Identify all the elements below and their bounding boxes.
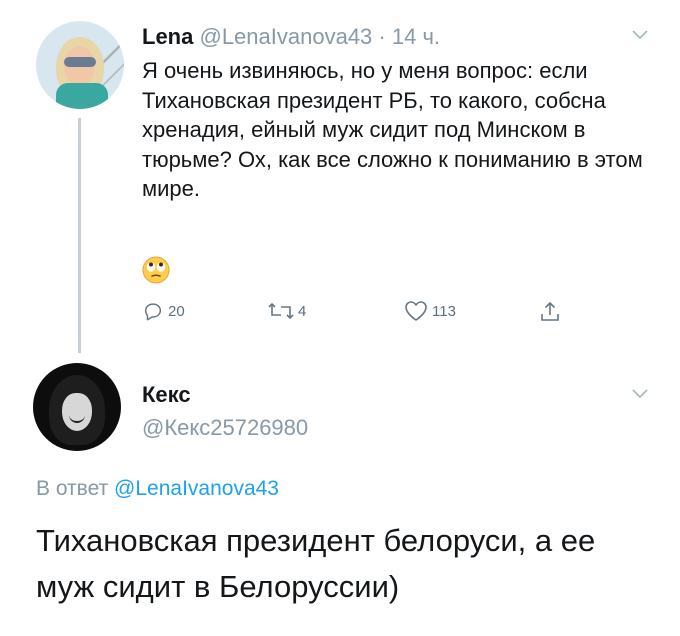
author-handle[interactable]: @Кекс25726980 — [142, 414, 308, 442]
retweet-count: 4 — [298, 302, 307, 320]
chevron-down-icon[interactable] — [632, 27, 648, 40]
chevron-down-icon[interactable] — [632, 386, 648, 399]
reply-count: 20 — [168, 302, 185, 320]
thread-line — [78, 118, 81, 353]
tweet-text: Тихановская президент белоруси, а ее муж… — [36, 523, 596, 604]
reply-prefix: В ответ — [36, 477, 109, 500]
reply-icon — [144, 303, 162, 321]
retweet-action[interactable]: 4 — [268, 300, 306, 322]
reply-action[interactable]: 20 — [142, 300, 185, 322]
tweet-header: Lena @LenaIvanova43 · 14 ч. — [142, 23, 440, 51]
author-handle[interactable]: @LenaIvanova43 — [199, 24, 372, 49]
share-icon — [541, 301, 559, 321]
rolling-eyes-emoji-icon — [142, 256, 170, 284]
tweet-time[interactable]: 14 ч. — [392, 24, 440, 49]
share-action[interactable] — [538, 300, 562, 324]
author-name[interactable]: Lena — [142, 24, 193, 49]
reply-to-link[interactable]: @LenaIvanova43 — [114, 477, 279, 500]
author-name[interactable]: Кекс — [142, 381, 191, 409]
like-count: 113 — [432, 302, 456, 320]
tweet-actions: 20 4 113 — [142, 300, 602, 330]
avatar-keks[interactable] — [33, 363, 121, 451]
reply-context: В ответ @LenaIvanova43 — [36, 475, 279, 503]
tweet-text: Я очень извиняюсь, но у меня вопрос: есл… — [142, 58, 643, 201]
like-action[interactable]: 113 — [404, 300, 456, 322]
heart-icon — [405, 301, 427, 321]
meta-separator: · — [378, 24, 386, 49]
avatar-lena[interactable] — [36, 21, 124, 109]
retweet-icon — [268, 302, 294, 320]
